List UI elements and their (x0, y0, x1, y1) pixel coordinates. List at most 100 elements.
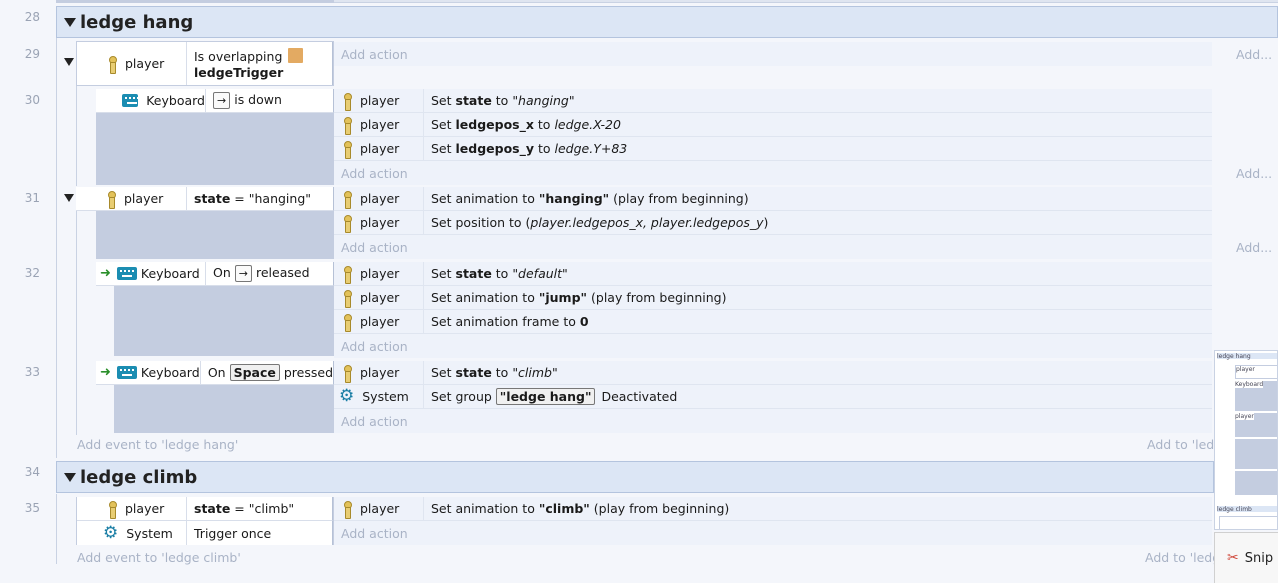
action-row[interactable]: player Set ledgepos_y to ledge.Y+83 (334, 137, 1212, 161)
t: ledgepos_x (455, 117, 534, 132)
action-object: player (334, 286, 424, 309)
action-text: Set ledgepos_x to ledge.X-20 (424, 117, 621, 132)
condition-object: ➜ Keyboard (96, 262, 206, 285)
minimap[interactable]: ledge hang player Keyboard player ledge … (1214, 350, 1278, 530)
player-icon (342, 116, 352, 135)
action-object: player (334, 497, 424, 520)
action-object: player (334, 113, 424, 136)
group-header-ledge-hang[interactable]: ledge hang (56, 6, 1278, 38)
minimap-label: player (1236, 366, 1255, 373)
add-more-button[interactable]: Add... (1236, 240, 1272, 255)
minimap-group: ledge hang (1217, 353, 1277, 360)
add-event-link[interactable]: Add event to 'ledge hang' (77, 437, 238, 452)
t: Set position to ( (431, 215, 531, 230)
condition-row[interactable]: ⚙ System Trigger once (77, 521, 333, 545)
action-object: player (334, 187, 424, 210)
add-action[interactable]: Add action (334, 334, 1212, 358)
player-icon (107, 500, 117, 519)
action-row[interactable]: player Set animation to "jump" (play fro… (334, 286, 1212, 310)
t: "jump" (538, 290, 588, 305)
trigger-arrow-icon: ➜ (100, 266, 111, 281)
t: ) (763, 215, 769, 230)
t: ledge.X-20 (554, 117, 621, 132)
action-row[interactable]: player Set ledgepos_x to ledge.X-20 (334, 113, 1212, 137)
t: ledgepos_y (455, 141, 535, 156)
line-number: 30 (24, 93, 40, 107)
t: player.ledgepos_x, player.ledgepos_y (530, 215, 764, 230)
t: state (455, 93, 492, 108)
add-action[interactable]: Add action (334, 521, 1212, 545)
t: Set (431, 141, 456, 156)
minimap-block (1235, 471, 1277, 495)
object-name: player (360, 266, 400, 281)
line-number: 32 (24, 266, 40, 280)
t: state (194, 191, 231, 206)
add-action[interactable]: Add action (334, 161, 1212, 185)
condition-row[interactable]: player Is overlapping ledgeTrigger (77, 42, 333, 85)
add-more-button[interactable]: Add... (1236, 47, 1272, 62)
collapse-triangle-icon[interactable] (64, 472, 76, 482)
action-row[interactable]: player Set position to (player.ledgepos_… (334, 211, 1212, 235)
group-title: ledge climb (80, 466, 198, 488)
t: to (491, 266, 513, 281)
action-row[interactable]: player Set state to "default" (334, 262, 1212, 286)
add-to-group-link[interactable]: Add to 'ledg (1145, 550, 1220, 565)
action-row[interactable]: player Set state to "hanging" (334, 89, 1212, 113)
player-icon (342, 265, 352, 284)
t: Set (431, 365, 456, 380)
t: (play from beginning) (589, 501, 730, 516)
minimap-block: player (1235, 365, 1277, 379)
tree-line (56, 38, 57, 458)
condition-row[interactable]: player state = "climb" (77, 497, 333, 521)
condition-object: Keyboard (96, 89, 206, 112)
condition-row[interactable]: player state = "hanging" (76, 187, 334, 211)
t: released (255, 265, 310, 280)
object-name: player (125, 501, 165, 516)
gear-icon: ⚙ (103, 522, 119, 543)
action-text: Set position to (player.ledgepos_x, play… (424, 215, 768, 230)
condition-text: → is down (206, 92, 282, 109)
object-name: player (360, 365, 400, 380)
key-badge: → (213, 92, 231, 109)
player-icon (342, 364, 352, 383)
snipping-tool-popup[interactable]: ✂ Snip (1214, 532, 1278, 583)
gear-icon: ⚙ (339, 386, 355, 406)
line-number: 35 (24, 501, 40, 515)
group-title: ledge hang (80, 11, 194, 33)
add-action[interactable]: Add action (334, 42, 1212, 66)
action-row[interactable]: ⚙ System Set group "ledge hang" Deactivat… (334, 385, 1212, 409)
action-row[interactable]: player Set animation frame to 0 (334, 310, 1212, 334)
group-header-ledge-climb[interactable]: ledge climb (56, 461, 1214, 493)
player-icon (342, 92, 352, 111)
condition-object-ref: ledgeTrigger (194, 65, 284, 80)
collapse-triangle-icon[interactable] (64, 58, 74, 66)
condition-row[interactable]: ➜ Keyboard On → released (96, 262, 334, 286)
condition-row[interactable]: ➜ Keyboard On Space pressed (96, 361, 334, 385)
add-to-group-link[interactable]: Add to 'ledg (1147, 437, 1222, 452)
action-object: player (334, 137, 424, 160)
action-text: Set state to "hanging" (424, 93, 575, 108)
action-row[interactable]: player Set animation to "climb" (play fr… (334, 497, 1212, 521)
action-object: player (334, 262, 424, 285)
add-action[interactable]: Add action (334, 409, 1212, 433)
condition-row[interactable]: Keyboard → is down (96, 89, 334, 113)
action-row[interactable]: player Set state to "climb" (334, 361, 1212, 385)
collapse-triangle-icon[interactable] (64, 17, 76, 27)
add-action[interactable]: Add action (334, 235, 1212, 259)
tree-line (76, 210, 77, 435)
scissors-icon: ✂ (1227, 550, 1239, 566)
object-name: player (360, 290, 400, 305)
add-event-link[interactable]: Add event to 'ledge climb' (77, 550, 241, 565)
collapse-triangle-icon[interactable] (64, 194, 74, 202)
condition-suffix: is down (234, 92, 282, 107)
t: to (491, 93, 513, 108)
action-object: player (334, 361, 424, 384)
tree-line (56, 494, 57, 564)
action-row[interactable]: player Set animation to "hanging" (play … (334, 187, 1212, 211)
action-text: Set state to "default" (424, 266, 568, 281)
t: state (455, 365, 492, 380)
t: pressed (283, 365, 333, 380)
add-more-button[interactable]: Add... (1236, 166, 1272, 181)
keyboard-icon (116, 366, 137, 379)
t: "default" (512, 266, 568, 281)
